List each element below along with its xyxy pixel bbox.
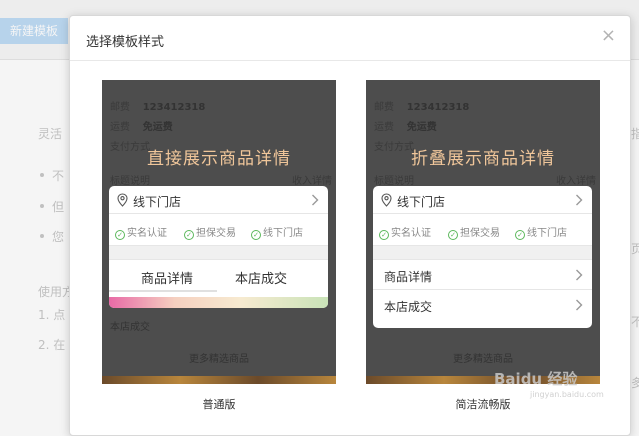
template-caption-normal[interactable]: 普通版	[102, 396, 336, 412]
tab-store-deals: 本店成交	[235, 272, 288, 287]
badge-guaranteed: ✓ 担保交易	[448, 224, 500, 240]
detail-tabs: 商品详情 本店成交	[109, 260, 328, 292]
preview-headline: 折叠展示商品详情	[411, 149, 555, 169]
check-icon: ✓	[379, 230, 389, 240]
watermark-url: jingyan.baidu.com	[530, 390, 604, 399]
preview-headline: 直接展示商品详情	[147, 149, 291, 169]
location-pin-icon	[381, 193, 392, 207]
preview-bg-line: 邮费 123412318	[374, 102, 470, 113]
location-pin-icon	[117, 193, 128, 207]
preview-card: 线下门店 ✓ 实名认证 ✓ 担保交易 ✓ 线下门店 商品详情 本店成交	[373, 186, 592, 328]
badge-offline-store: ✓ 线下门店	[515, 224, 567, 240]
preview-bg-line: 标题说明	[110, 176, 150, 187]
watermark-brand: Baidu 经验	[494, 370, 578, 388]
list-item-label: 商品详情	[384, 270, 433, 284]
product-thumbnail-strip	[102, 376, 336, 384]
chevron-right-icon	[576, 299, 583, 311]
preview-bg-line: 邮费 123412318	[110, 102, 206, 113]
tab-underline	[109, 290, 217, 292]
close-icon[interactable]: ×	[601, 26, 616, 46]
check-icon: ✓	[115, 230, 125, 240]
store-row: 线下门店	[109, 186, 328, 214]
chevron-right-icon	[312, 194, 319, 206]
check-icon: ✓	[251, 230, 261, 240]
badge-row: ✓ 实名认证 ✓ 担保交易 ✓ 线下门店	[109, 214, 328, 246]
check-icon: ✓	[515, 230, 525, 240]
preview-more-link: 更多精选商品	[453, 354, 513, 365]
card-gap	[109, 246, 328, 260]
store-label: 线下门店	[133, 195, 182, 209]
preview-bg-line: 标题说明	[374, 176, 414, 187]
list-item-store-deals: 本店成交	[373, 290, 592, 320]
check-icon: ✓	[448, 230, 458, 240]
baidu-watermark: Baidu 经验 jingyan.baidu.com	[494, 368, 604, 399]
list-item-label: 本店成交	[384, 300, 433, 314]
preview-bg-line: 运费 免运费	[110, 122, 173, 133]
dialog-header: 选择模板样式 ×	[70, 16, 630, 61]
store-row: 线下门店	[373, 186, 592, 214]
badge-offline-store: ✓ 线下门店	[251, 224, 303, 240]
check-icon: ✓	[184, 230, 194, 240]
preview-bg-line: 运费 免运费	[374, 122, 437, 133]
preview-bg-line: 本店成交	[110, 322, 150, 333]
preview-more-link: 更多精选商品	[189, 354, 249, 365]
badge-verified: ✓ 实名认证	[115, 224, 167, 240]
badge-row: ✓ 实名认证 ✓ 担保交易 ✓ 线下门店	[373, 214, 592, 246]
product-image-strip	[109, 297, 328, 308]
preview-bg-line: 收入详情	[556, 176, 596, 187]
card-gap	[373, 246, 592, 260]
template-preview-normal[interactable]: 邮费 123412318 运费 免运费 支付方式 直接展示商品详情 标题说明 收…	[102, 80, 336, 384]
chevron-right-icon	[576, 194, 583, 206]
dialog-title: 选择模板样式	[86, 35, 165, 50]
badge-guaranteed: ✓ 担保交易	[184, 224, 236, 240]
template-preview-simple[interactable]: 邮费 123412318 运费 免运费 支付方式 折叠展示商品详情 标题说明 收…	[366, 80, 600, 384]
list-item-product-details: 商品详情	[373, 260, 592, 290]
chevron-right-icon	[576, 269, 583, 281]
store-label: 线下门店	[397, 195, 446, 209]
preview-card: 线下门店 ✓ 实名认证 ✓ 担保交易 ✓ 线下门店 商品详情 本店成交	[109, 186, 328, 308]
badge-verified: ✓ 实名认证	[379, 224, 431, 240]
preview-bg-line: 收入详情	[292, 176, 332, 187]
tab-product-details: 商品详情	[141, 272, 194, 287]
